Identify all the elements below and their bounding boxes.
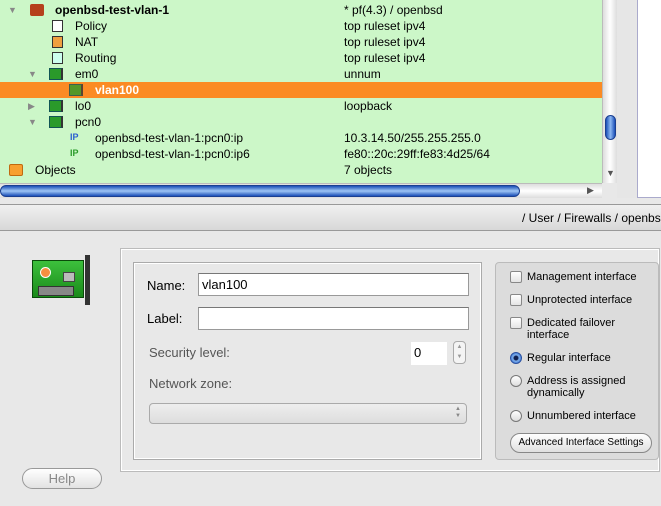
tree-row-lo0[interactable]: ▶ lo0 loopback [0, 98, 602, 114]
vertical-scroll-thumb[interactable] [605, 115, 616, 140]
network-zone-select[interactable]: ▲ ▼ [149, 403, 467, 424]
management-interface-checkbox[interactable]: Management interface [510, 271, 654, 283]
advanced-interface-settings-button[interactable]: Advanced Interface Settings [510, 433, 652, 453]
unprotected-interface-checkbox[interactable]: Unprotected interface [510, 294, 654, 306]
policy-icon [52, 20, 63, 32]
radio-selected-icon[interactable] [510, 352, 522, 364]
security-level-stepper[interactable]: ▲ ▼ [453, 341, 466, 364]
tree-row-policy[interactable]: Policy top ruleset ipv4 [0, 18, 602, 34]
radio-icon[interactable] [510, 410, 522, 422]
collapsed-arrow-icon[interactable]: ▶ [28, 98, 35, 114]
nat-icon [52, 36, 63, 48]
scroll-down-arrow-icon[interactable]: ▼ [606, 168, 615, 178]
security-level-input[interactable]: 0 [411, 342, 447, 365]
interface-icon [69, 84, 83, 96]
tree-row-pcn0[interactable]: ▼ pcn0 [0, 114, 602, 130]
horizontal-scroll-thumb[interactable] [0, 185, 520, 197]
routing-icon [52, 52, 63, 64]
help-button[interactable]: Help [22, 468, 102, 489]
interface-icon [49, 116, 63, 128]
tree-row-ipv6[interactable]: IP openbsd-test-vlan-1:pcn0:ip6 fe80::20c:… [0, 146, 602, 162]
tree-row-nat[interactable]: NAT top ruleset ipv4 [0, 34, 602, 50]
checkbox-icon[interactable] [510, 271, 522, 283]
interface-icon [49, 68, 63, 80]
tree-row-vlan100[interactable]: vlan100 [0, 82, 602, 98]
tree-row-objects[interactable]: Objects 7 objects [0, 162, 602, 178]
folder-icon [9, 164, 23, 176]
expanded-arrow-icon[interactable]: ▼ [8, 2, 17, 18]
firewall-icon [30, 4, 44, 16]
expanded-arrow-icon[interactable]: ▼ [28, 66, 37, 82]
checkbox-icon[interactable] [510, 317, 522, 329]
horizontal-scrollbar[interactable]: ▶ [0, 183, 602, 198]
dedicated-failover-checkbox[interactable]: Dedicated failover interface [510, 317, 654, 341]
interface-large-icon [32, 253, 92, 305]
ipv4-address-icon: IP [70, 132, 79, 142]
side-panel-content [637, 0, 661, 198]
name-label: Name: [147, 278, 186, 293]
tree-row-ipv4[interactable]: IP openbsd-test-vlan-1:pcn0:ip 10.3.14.50/… [0, 130, 602, 146]
regular-interface-radio[interactable]: Regular interface [510, 352, 654, 364]
ipv6-address-icon: IP [70, 148, 79, 158]
scroll-right-arrow-icon[interactable]: ▶ [587, 185, 594, 196]
unnumbered-interface-radio[interactable]: Unnumbered interface [510, 410, 654, 422]
tree-row-em0[interactable]: ▼ em0 unnum [0, 66, 602, 82]
name-input[interactable]: vlan100 [198, 273, 469, 296]
breadcrumb: / User / Firewalls / openbs [0, 204, 661, 231]
tree-row-firewall[interactable]: ▼ openbsd-test-vlan-1 * pf(4.3) / openbsd [0, 2, 602, 18]
checkbox-icon[interactable] [510, 294, 522, 306]
network-zone-label: Network zone: [149, 376, 233, 391]
tree-row-routing[interactable]: Routing top ruleset ipv4 [0, 50, 602, 66]
interface-icon [49, 100, 63, 112]
label-label: Label: [147, 311, 183, 326]
object-tree[interactable]: ▼ openbsd-test-vlan-1 * pf(4.3) / openbsd… [0, 0, 602, 183]
security-level-label: Security level: [149, 345, 230, 360]
vertical-scrollbar[interactable]: ▼ [602, 0, 617, 183]
interface-type-group: Management interface Unprotected interfa… [495, 262, 659, 460]
label-input[interactable] [198, 307, 469, 330]
radio-icon[interactable] [510, 375, 522, 387]
dynamic-address-radio[interactable]: Address is assigned dynamically [510, 375, 654, 399]
select-arrows-icon: ▲ ▼ [455, 406, 461, 419]
expanded-arrow-icon[interactable]: ▼ [28, 114, 37, 130]
